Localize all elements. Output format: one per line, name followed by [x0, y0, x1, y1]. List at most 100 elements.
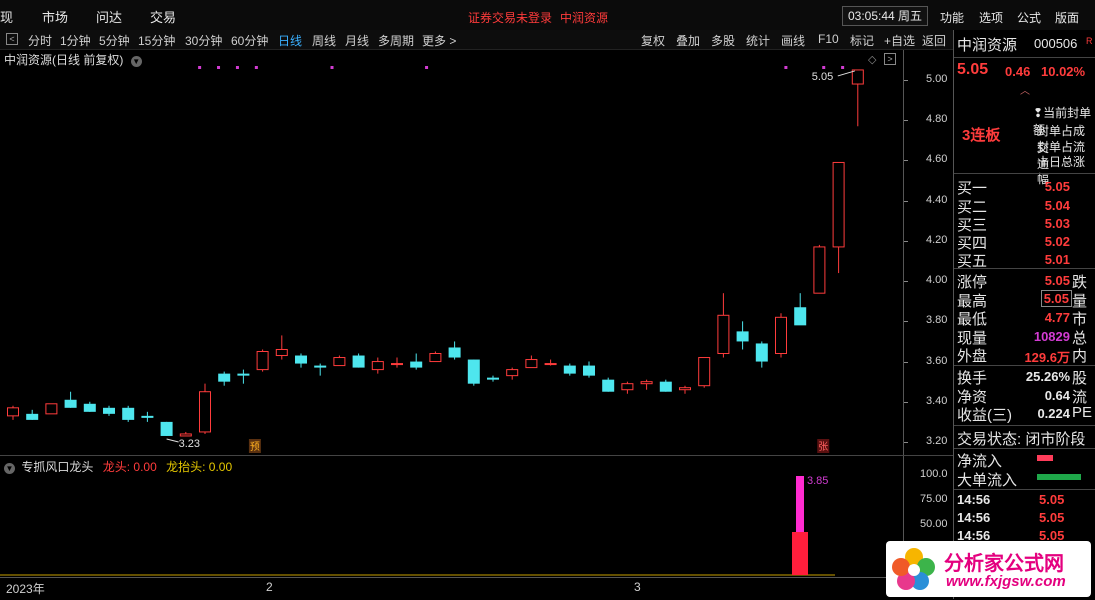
candle-body — [83, 403, 96, 412]
btn-mark[interactable]: 标记 — [850, 32, 874, 49]
candle-body — [122, 407, 135, 420]
indicator-chart[interactable]: 3.85 — [0, 456, 903, 576]
stat-value: 0.64 — [1044, 388, 1070, 403]
candle-body — [333, 357, 346, 367]
price-tick: 3.80 — [926, 314, 948, 327]
signal-dot — [841, 66, 845, 69]
candle-body — [26, 413, 39, 420]
menu-item-formula[interactable]: 公式 — [1017, 9, 1041, 26]
candle-body — [179, 433, 192, 437]
candle-body — [506, 369, 519, 377]
bid-price[interactable]: 5.03 — [1045, 216, 1070, 231]
candle-body — [698, 357, 711, 387]
tab-more[interactable]: 更多 > — [422, 32, 456, 49]
candle-body — [659, 381, 672, 392]
tick-time: 14:56 — [957, 492, 991, 507]
signal-dot — [822, 66, 826, 69]
tab-15min[interactable]: 15分钟 — [138, 32, 175, 49]
tab-weekly[interactable]: 周线 — [312, 32, 336, 49]
stat-label: 换手 — [957, 370, 988, 387]
menu-item-options[interactable]: 选项 — [979, 9, 1003, 26]
menu-item-view[interactable]: 现 — [0, 7, 13, 26]
chevron-up-icon[interactable]: ︿ — [1020, 82, 1030, 97]
date-tick: 2 — [266, 580, 273, 594]
signal-dot — [254, 66, 258, 69]
stat-value: 4.77 — [1044, 310, 1070, 325]
tab-fenshi[interactable]: 分时 — [28, 32, 52, 49]
price-tick: 5.00 — [926, 73, 948, 85]
price-tick-mark — [904, 361, 908, 363]
tab-5min[interactable]: 5分钟 — [99, 32, 130, 49]
candle-body — [717, 314, 730, 355]
candle-body — [583, 365, 595, 376]
tab-1min[interactable]: 1分钟 — [60, 32, 91, 49]
login-notice[interactable]: 证券交易未登录 — [468, 9, 552, 26]
price-change: 0.46 — [1005, 64, 1031, 79]
candle-body — [103, 407, 115, 414]
btn-draw[interactable]: 画线 — [781, 32, 805, 49]
btn-f10[interactable]: F10 — [818, 32, 839, 46]
btn-fuquan[interactable]: 复权 — [641, 32, 665, 49]
bid-price[interactable]: 5.05 — [1045, 179, 1070, 194]
menu-item-function[interactable]: 功能 — [940, 9, 964, 26]
big-inflow-label: 大单流入 — [957, 472, 1018, 489]
btn-back[interactable]: 返回 — [922, 32, 946, 49]
tab-30min[interactable]: 30分钟 — [185, 32, 222, 49]
btn-stats[interactable]: 统计 — [746, 32, 770, 49]
candlestick-chart[interactable]: 5.05 3.23 预 张 — [0, 50, 903, 455]
candle-body — [314, 365, 327, 368]
price-tick: 4.00 — [926, 274, 948, 287]
price-tick-mark — [904, 321, 908, 323]
trade-state: 交易状态: 闭市阶段 — [957, 431, 1086, 448]
bid-price[interactable]: 5.01 — [1045, 252, 1070, 267]
candle-body — [371, 361, 384, 371]
candle-body — [391, 363, 403, 366]
tab-monthly[interactable]: 月线 — [345, 32, 369, 49]
stock-name: 中润资源 — [957, 37, 1018, 54]
limit-streak: 3连板 — [962, 127, 1001, 144]
tab-daily[interactable]: 日线 — [278, 32, 302, 49]
btn-multi-stock[interactable]: 多股 — [711, 32, 735, 49]
menu-item-layout[interactable]: 版面 — [1055, 9, 1079, 26]
price-tick-mark — [904, 281, 908, 283]
candle-body — [256, 351, 269, 371]
candle-body — [199, 391, 211, 433]
menu-item-trade[interactable]: 交易 — [150, 7, 176, 26]
net-inflow-bar — [1037, 455, 1053, 461]
stat-suffix: 市 — [1072, 311, 1088, 328]
indicator-tick: 50.00 — [920, 518, 948, 530]
menu-item-market[interactable]: 市场 — [42, 7, 68, 26]
price-tick-mark — [904, 442, 908, 443]
candle-body — [755, 343, 768, 362]
stat-label: 涨停 — [957, 274, 988, 291]
net-inflow-label: 净流入 — [957, 453, 1003, 470]
bid-price[interactable]: 5.04 — [1045, 198, 1070, 213]
bid-label: 买一 — [957, 180, 988, 197]
price-tick-mark — [904, 120, 908, 122]
collapse-icon[interactable]: < — [6, 33, 18, 45]
indicator-tick: 100.0 — [920, 468, 948, 480]
price-tick-mark — [904, 80, 908, 81]
price-tick: 3.20 — [926, 435, 948, 447]
candle-body — [141, 415, 154, 418]
btn-overlay[interactable]: 叠加 — [676, 32, 700, 49]
candle-body — [295, 355, 307, 364]
candle-body — [813, 246, 826, 294]
price-tick: 3.40 — [926, 394, 948, 407]
tab-60min[interactable]: 60分钟 — [231, 32, 268, 49]
btn-add-watch[interactable]: +自选 — [884, 32, 915, 49]
candle-body — [218, 373, 231, 382]
menu-item-wenda[interactable]: 问达 — [96, 7, 122, 26]
indicator-bar-longtaitou — [792, 532, 808, 575]
site-logo: 分析家公式网 www.fxjgsw.com — [886, 541, 1091, 597]
bid-price[interactable]: 5.02 — [1045, 234, 1070, 249]
candle-body — [602, 379, 615, 392]
stock-notice[interactable]: 中润资源 — [560, 9, 608, 26]
price-tick-mark — [904, 200, 908, 202]
candle-body — [736, 331, 749, 342]
tick-price: 5.05 — [1039, 492, 1065, 507]
candle-body — [45, 403, 58, 415]
quote-panel: 中润资源 000506 R 5.05 0.46 10.02% ︿ 3连板 ❢当前… — [953, 30, 1095, 599]
candle-body — [429, 353, 442, 363]
tab-multi-period[interactable]: 多周期 — [378, 32, 414, 49]
